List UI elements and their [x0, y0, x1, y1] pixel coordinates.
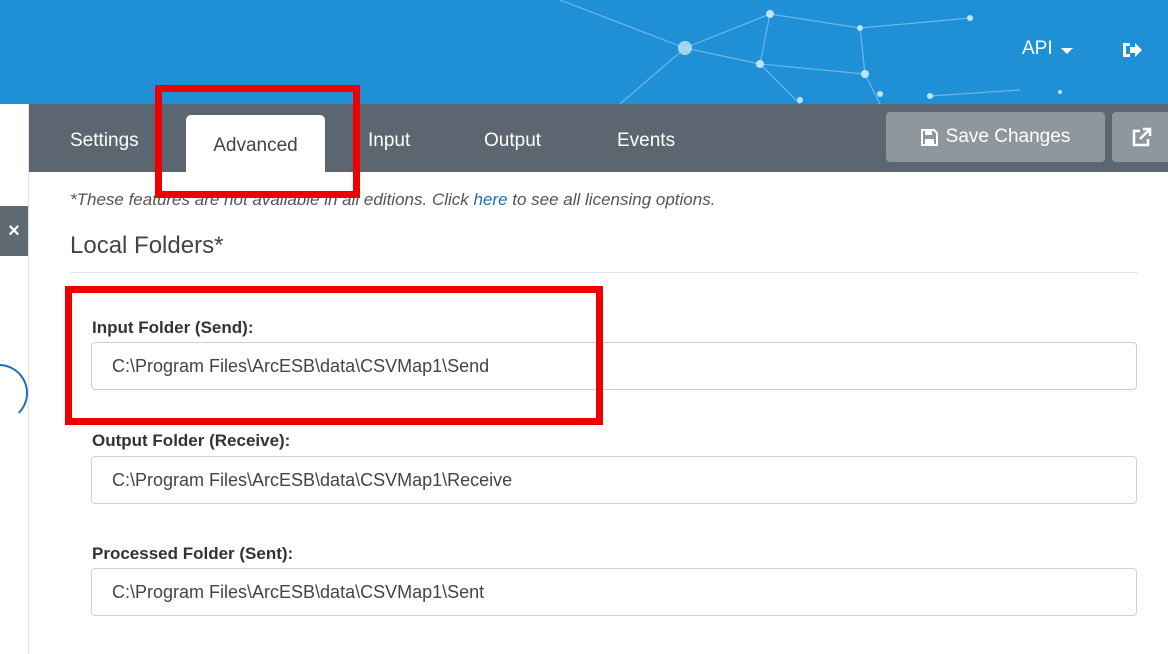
close-icon: ×: [8, 219, 20, 242]
network-graphic-icon: [559, 0, 1062, 104]
tab-settings-label: Settings: [70, 130, 139, 151]
tab-advanced[interactable]: Advanced: [186, 115, 325, 172]
save-changes-label: Save Changes: [945, 126, 1071, 147]
popout-button[interactable]: [1112, 112, 1168, 162]
tab-input[interactable]: Input: [368, 130, 410, 152]
save-changes-button[interactable]: Save Changes: [886, 112, 1105, 162]
tab-bar: Settings Advanced Input Output Events Sa…: [29, 104, 1168, 172]
licensing-notice: *These features are not available in all…: [70, 190, 715, 210]
input-folder-label: Input Folder (Send):: [92, 318, 254, 337]
tab-output[interactable]: Output: [484, 130, 541, 152]
licensing-link[interactable]: here: [474, 190, 508, 209]
processed-folder-label: Processed Folder (Sent):: [92, 544, 294, 563]
output-folder-label: Output Folder (Receive):: [92, 431, 291, 450]
api-menu[interactable]: API: [1022, 38, 1073, 60]
output-folder-field[interactable]: [91, 456, 1137, 504]
sign-out-icon[interactable]: [1121, 40, 1143, 60]
processed-folder-field[interactable]: [91, 568, 1137, 616]
licensing-notice-prefix: *These features are not available in all…: [70, 190, 474, 209]
input-folder-field[interactable]: [91, 342, 1137, 390]
tab-events[interactable]: Events: [617, 130, 675, 152]
section-title: Local Folders*: [70, 232, 224, 259]
tab-input-label: Input: [368, 130, 411, 151]
caret-down-icon: [1060, 47, 1073, 54]
external-link-icon: [1132, 127, 1152, 147]
licensing-notice-suffix: to see all licensing options.: [507, 190, 716, 209]
tab-advanced-label: Advanced: [213, 134, 298, 156]
tab-events-label: Events: [617, 130, 676, 151]
close-panel-button[interactable]: ×: [0, 206, 28, 256]
floppy-disk-icon: [920, 128, 938, 146]
tab-settings[interactable]: Settings: [70, 130, 139, 152]
api-menu-label: API: [1022, 38, 1053, 59]
top-banner: API: [0, 0, 1168, 104]
tab-output-label: Output: [484, 130, 542, 151]
section-divider: [70, 272, 1138, 273]
